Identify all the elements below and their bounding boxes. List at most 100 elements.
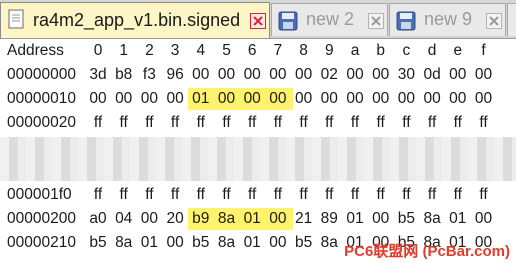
byte-cell[interactable]: 8a: [215, 210, 239, 228]
close-icon[interactable]: [368, 13, 384, 29]
byte-cell[interactable]: 00: [420, 90, 444, 108]
byte-cell[interactable]: 21: [292, 210, 316, 228]
byte-cell[interactable]: 00: [266, 210, 290, 228]
byte-cell[interactable]: ff: [420, 186, 444, 204]
byte-cell[interactable]: ff: [472, 186, 496, 204]
tab-new-9[interactable]: new 9: [389, 3, 506, 36]
byte-cell[interactable]: 01: [343, 210, 367, 228]
byte-cell[interactable]: 00: [394, 90, 418, 108]
byte-cell[interactable]: 00: [137, 90, 161, 108]
byte-cell[interactable]: ff: [112, 114, 136, 132]
byte-cell[interactable]: 8a: [215, 234, 239, 252]
byte-cell[interactable]: 00: [369, 210, 393, 228]
byte-cell[interactable]: ff: [343, 114, 367, 132]
byte-cell[interactable]: ff: [292, 186, 316, 204]
byte-cell[interactable]: ff: [137, 114, 161, 132]
hex-row[interactable]: 00000010 00 00 00 00 01 00 00 00 00 00 00 00 00 00 00 00: [0, 87, 516, 111]
close-icon[interactable]: [486, 13, 502, 29]
hex-row[interactable]: 000001f0 ff ff ff ff ff ff ff ff ff ff ff ff ff ff ff ff: [0, 183, 516, 207]
byte-cell[interactable]: 00: [446, 66, 470, 84]
byte-cell[interactable]: ff: [266, 186, 290, 204]
byte-cell[interactable]: 00: [446, 90, 470, 108]
byte-cell[interactable]: ff: [472, 114, 496, 132]
byte-cell[interactable]: b8: [112, 66, 136, 84]
byte-cell[interactable]: ff: [420, 114, 444, 132]
byte-cell[interactable]: 00: [112, 90, 136, 108]
byte-cell[interactable]: b9: [189, 210, 213, 228]
byte-cell[interactable]: 00: [292, 90, 316, 108]
byte-cell[interactable]: ff: [317, 114, 341, 132]
byte-cell[interactable]: b5: [86, 234, 110, 252]
byte-cell[interactable]: 96: [163, 66, 187, 84]
byte-cell[interactable]: 01: [189, 90, 213, 108]
byte-cell[interactable]: ff: [369, 114, 393, 132]
byte-cell[interactable]: ff: [112, 186, 136, 204]
column-header-row[interactable]: Address 0 1 2 3 4 5 6 7 8 9 a b c d e f: [0, 39, 516, 63]
byte-cell[interactable]: 00: [266, 90, 290, 108]
byte-cell[interactable]: ff: [163, 186, 187, 204]
byte-cell[interactable]: 00: [472, 66, 496, 84]
hex-row[interactable]: 00000200 a0 04 00 20 b9 8a 01 00 21 89 01 00 b5 8a 01 00: [0, 207, 516, 231]
byte-cell[interactable]: 00: [472, 210, 496, 228]
byte-cell[interactable]: 02: [317, 66, 341, 84]
byte-cell[interactable]: 00: [343, 90, 367, 108]
byte-cell[interactable]: 01: [446, 210, 470, 228]
byte-cell[interactable]: 00: [369, 90, 393, 108]
byte-cell[interactable]: b5: [189, 234, 213, 252]
byte-cell[interactable]: ff: [343, 186, 367, 204]
byte-cell[interactable]: 30: [394, 66, 418, 84]
byte-cell[interactable]: ff: [189, 186, 213, 204]
byte-cell[interactable]: ff: [137, 186, 161, 204]
byte-cell[interactable]: 00: [266, 234, 290, 252]
byte-cell[interactable]: ff: [86, 114, 110, 132]
byte-cell[interactable]: 00: [317, 90, 341, 108]
byte-cell[interactable]: 00: [266, 66, 290, 84]
close-icon[interactable]: [250, 13, 266, 29]
byte-cell[interactable]: 01: [137, 234, 161, 252]
byte-cell[interactable]: ff: [215, 114, 239, 132]
byte-cell[interactable]: ff: [215, 186, 239, 204]
byte-cell[interactable]: 00: [343, 66, 367, 84]
byte-cell[interactable]: b5: [394, 210, 418, 228]
byte-cell[interactable]: ff: [292, 114, 316, 132]
byte-cell[interactable]: ff: [266, 114, 290, 132]
byte-cell[interactable]: 00: [189, 66, 213, 84]
byte-cell[interactable]: 00: [292, 66, 316, 84]
byte-cell[interactable]: a0: [86, 210, 110, 228]
byte-cell[interactable]: 01: [240, 210, 264, 228]
byte-cell[interactable]: 20: [163, 210, 187, 228]
byte-cell[interactable]: ff: [240, 186, 264, 204]
byte-cell[interactable]: ff: [394, 186, 418, 204]
hex-row[interactable]: 00000020 ff ff ff ff ff ff ff ff ff ff ff ff ff ff ff ff: [0, 111, 516, 135]
byte-cell[interactable]: 89: [317, 210, 341, 228]
byte-cell[interactable]: 00: [472, 90, 496, 108]
byte-cell[interactable]: ff: [163, 114, 187, 132]
byte-cell[interactable]: 3d: [86, 66, 110, 84]
byte-cell[interactable]: ff: [240, 114, 264, 132]
tab-ra4m2-app-bin[interactable]: ra4m2_app_v1.bin.signed: [0, 2, 270, 38]
byte-cell[interactable]: 00: [163, 90, 187, 108]
byte-cell[interactable]: 0d: [420, 66, 444, 84]
byte-cell[interactable]: 00: [163, 234, 187, 252]
byte-cell[interactable]: 01: [240, 234, 264, 252]
tab-overflow[interactable]: [507, 3, 516, 36]
byte-cell[interactable]: 8a: [420, 210, 444, 228]
byte-cell[interactable]: ff: [446, 186, 470, 204]
hex-row[interactable]: 00000000 3d b8 f3 96 00 00 00 00 00 02 00 00 30 0d 00 00: [0, 63, 516, 87]
byte-cell[interactable]: ff: [369, 186, 393, 204]
byte-cell[interactable]: 00: [215, 66, 239, 84]
byte-cell[interactable]: 8a: [317, 234, 341, 252]
byte-cell[interactable]: 00: [240, 90, 264, 108]
byte-cell[interactable]: f3: [137, 66, 161, 84]
byte-cell[interactable]: 00: [369, 66, 393, 84]
byte-cell[interactable]: ff: [394, 114, 418, 132]
byte-cell[interactable]: 00: [137, 210, 161, 228]
byte-cell[interactable]: ff: [446, 114, 470, 132]
byte-cell[interactable]: 00: [86, 90, 110, 108]
tab-new-2[interactable]: new 2: [271, 3, 388, 36]
byte-cell[interactable]: 00: [240, 66, 264, 84]
byte-cell[interactable]: ff: [317, 186, 341, 204]
byte-cell[interactable]: 00: [215, 90, 239, 108]
byte-cell[interactable]: b5: [292, 234, 316, 252]
byte-cell[interactable]: ff: [189, 114, 213, 132]
